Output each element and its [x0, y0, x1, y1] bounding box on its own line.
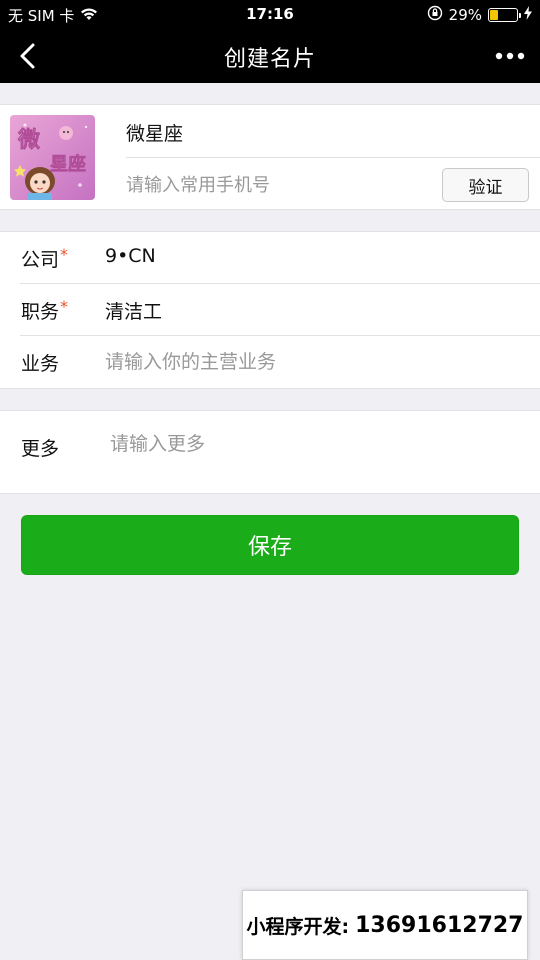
avatar[interactable]: 微 星座: [10, 115, 95, 200]
battery-icon: [488, 8, 521, 22]
verify-button[interactable]: 验证: [442, 168, 529, 202]
business-label: 业务: [21, 349, 59, 376]
status-bar: 无 SIM 卡 17:16 29%: [0, 0, 540, 30]
form-row-position: 职务* 清洁工: [0, 284, 540, 336]
more-input[interactable]: [110, 429, 510, 479]
nav-bar: 创建名片: [0, 30, 540, 83]
charging-icon: [524, 6, 532, 24]
required-mark: *: [60, 245, 69, 264]
battery-percent: 29%: [448, 6, 482, 24]
divider: [126, 157, 540, 158]
watermark-ad: 小程序开发: 13691612727: [242, 890, 528, 960]
avatar-text-top: 微: [17, 127, 40, 153]
form-row-company: 公司* 9•CN: [0, 232, 540, 284]
form-row-business: 业务: [0, 336, 540, 388]
form-group: 公司* 9•CN 职务* 清洁工 业务: [0, 231, 540, 389]
position-field[interactable]: 清洁工: [105, 297, 162, 324]
business-label-text: 业务: [21, 353, 60, 375]
more-group: 更多: [0, 410, 540, 494]
orientation-lock-icon: [427, 5, 443, 25]
more-label: 更多: [21, 438, 60, 460]
required-mark: *: [60, 297, 69, 316]
position-label-text: 职务: [21, 301, 60, 323]
watermark-phone: 13691612727: [355, 912, 524, 938]
business-input[interactable]: [105, 348, 505, 376]
profile-name[interactable]: 微星座: [126, 119, 183, 146]
battery-fill: [490, 10, 499, 20]
company-label-text: 公司: [21, 249, 60, 271]
status-right: 29%: [427, 5, 532, 25]
company-label: 公司*: [21, 245, 68, 272]
save-button[interactable]: 保存: [21, 515, 519, 575]
profile-card: 微 星座 微星座 验证: [0, 104, 540, 210]
page-title: 创建名片: [223, 47, 316, 72]
battery-tip: [519, 13, 521, 18]
position-label: 职务*: [21, 297, 68, 324]
phone-input[interactable]: [126, 171, 426, 199]
watermark-prefix: 小程序开发:: [246, 915, 350, 938]
avatar-text-bottom: 星座: [50, 153, 86, 175]
company-field[interactable]: 9•CN: [105, 245, 156, 267]
more-dots-icon[interactable]: [490, 41, 530, 71]
